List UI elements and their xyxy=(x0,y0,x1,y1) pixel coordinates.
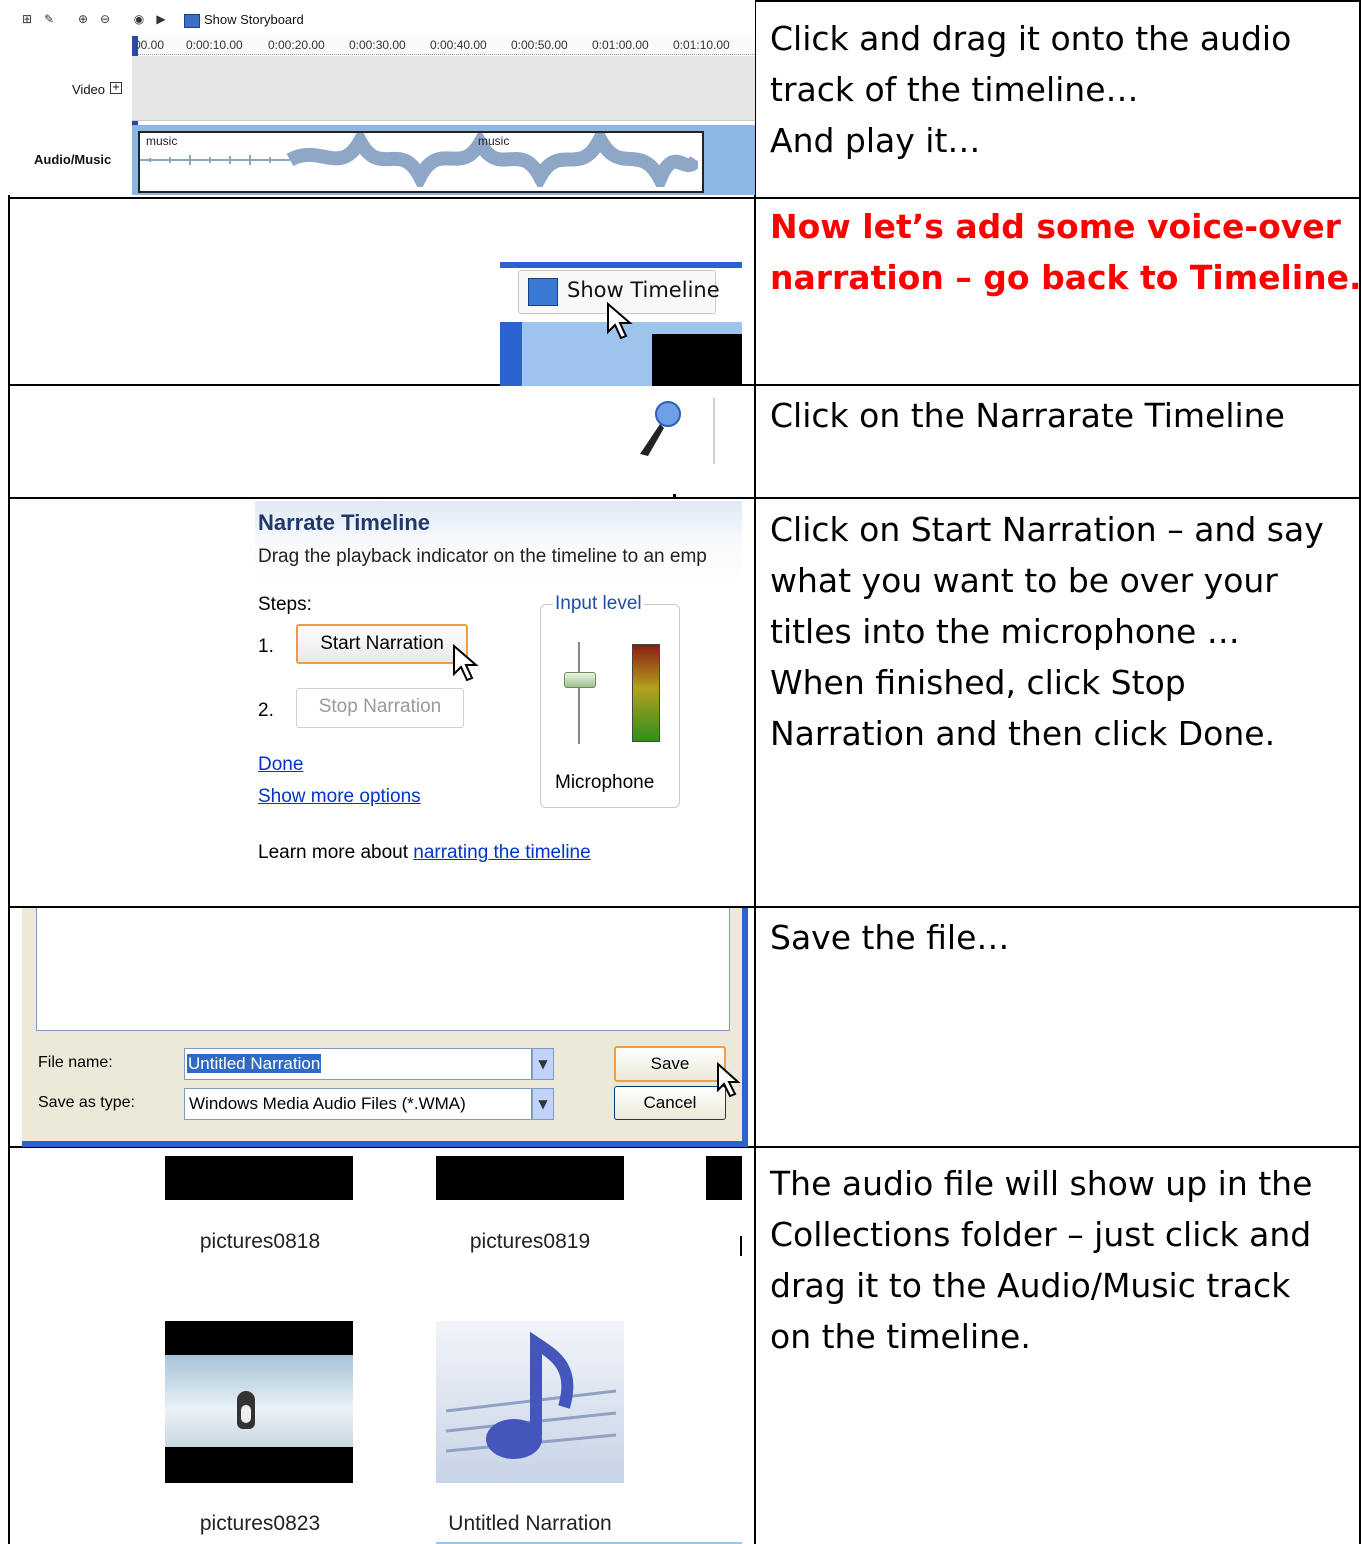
collection-item-label: pictures0823 xyxy=(199,1512,321,1535)
partial-label xyxy=(740,1236,742,1256)
instruction-line: Save the file… xyxy=(770,918,1010,957)
table-border-right xyxy=(1359,0,1361,1544)
savetype-label: Save as type: xyxy=(38,1094,135,1111)
narrate-icon[interactable]: ✎ xyxy=(42,12,56,26)
learn-more-text: Learn more about narrating the timeline xyxy=(258,842,591,864)
zoom-out-icon[interactable]: ⊖ xyxy=(98,12,112,26)
steps-label: Steps: xyxy=(258,594,312,615)
input-level-label: Input level xyxy=(553,593,644,615)
instruction-line: what you want to be over your xyxy=(770,561,1278,600)
ruler-tick: 0:00:50.00 xyxy=(511,38,568,52)
instruction-1: Click and drag it onto the audio track o… xyxy=(770,13,1355,166)
savetype-value: Windows Media Audio Files (*.WMA) xyxy=(189,1094,466,1113)
rewind-icon[interactable]: ◉ xyxy=(132,12,146,26)
thumbnail-pictures0818[interactable] xyxy=(165,1156,353,1200)
instruction-line: narration – go back to Timeline. xyxy=(770,258,1362,297)
instruction-line: titles into the microphone … xyxy=(770,612,1240,651)
table-border-left xyxy=(8,0,10,1544)
cursor-icon xyxy=(717,1062,741,1098)
video-track-label: Video xyxy=(72,82,106,97)
zoom-in-icon[interactable]: ⊕ xyxy=(76,12,90,26)
column-divider xyxy=(754,0,756,1544)
step-number: 2. xyxy=(258,700,274,721)
row-divider xyxy=(8,497,1361,499)
play-icon[interactable]: ▶ xyxy=(154,12,168,26)
step-number: 1. xyxy=(258,636,274,657)
timeline-icon xyxy=(528,278,558,306)
volume-slider-thumb[interactable] xyxy=(564,672,596,688)
ruler-tick: 0:00:20.00 xyxy=(268,38,325,52)
instruction-line: Now let’s add some voice-over xyxy=(770,207,1341,246)
instruction-line: Click on the Narrarate Timeline xyxy=(770,396,1285,435)
thumbnail-partial[interactable] xyxy=(706,1156,742,1200)
learn-more-prefix: Learn more about xyxy=(258,842,414,863)
level-meter xyxy=(632,644,660,742)
collection-item-label: Untitled Narration xyxy=(448,1512,612,1535)
filename-label: File name: xyxy=(38,1054,113,1071)
instruction-5: Save the file… xyxy=(770,912,1355,963)
cursor-icon xyxy=(453,644,479,682)
instruction-6: The audio file will show up in the Colle… xyxy=(770,1158,1355,1362)
instruction-line: drag it to the Audio/Music track xyxy=(770,1266,1291,1305)
microphone-icon[interactable] xyxy=(636,400,686,460)
ruler-tick: 0:00:10.00 xyxy=(186,38,243,52)
clip-label: music xyxy=(146,134,178,148)
done-link[interactable]: Done xyxy=(258,754,303,776)
collection-item-label: pictures0818 xyxy=(199,1230,321,1253)
filename-input[interactable]: Untitled Narration xyxy=(184,1048,532,1080)
clip-label: music xyxy=(478,134,510,148)
waveform xyxy=(140,133,698,187)
instruction-line: The audio file will show up in the xyxy=(770,1164,1313,1203)
chevron-down-icon[interactable]: ▼ xyxy=(532,1088,554,1120)
ruler-tick: 0:01:00.00 xyxy=(592,38,649,52)
music-note-icon xyxy=(445,1331,617,1459)
instruction-line: track of the timeline… xyxy=(770,70,1139,109)
collection-item-label: pictures0819 xyxy=(469,1230,591,1253)
chevron-down-icon[interactable]: ▼ xyxy=(532,1048,554,1080)
ruler-tick: 0:00:40.00 xyxy=(430,38,487,52)
show-storyboard-button[interactable]: Show Storyboard xyxy=(204,12,304,27)
ruler-tick: 0:01:10.00 xyxy=(673,38,730,52)
set-audio-levels-icon[interactable]: ⊞ xyxy=(20,12,34,26)
instruction-4: Click on Start Narration – and say what … xyxy=(770,504,1355,759)
video-track[interactable] xyxy=(132,56,755,121)
slider-track xyxy=(578,642,580,744)
savetype-select[interactable]: Windows Media Audio Files (*.WMA) xyxy=(184,1088,532,1120)
dot xyxy=(673,494,676,497)
instruction-2: Now let’s add some voice-over narration … xyxy=(770,201,1362,303)
instruction-line: Collections folder – just click and xyxy=(770,1215,1312,1254)
microphone-label: Microphone xyxy=(555,772,655,793)
expand-icon[interactable]: + xyxy=(110,82,122,94)
cursor-icon xyxy=(607,302,633,340)
thumbnail-untitled-narration[interactable] xyxy=(436,1321,624,1483)
instruction-line: Click and drag it onto the audio xyxy=(770,19,1292,58)
filename-value: Untitled Narration xyxy=(187,1054,322,1073)
start-narration-button[interactable]: Start Narration xyxy=(296,624,468,664)
instruction-line: And play it… xyxy=(770,121,981,160)
separator xyxy=(713,398,715,464)
stop-narration-button[interactable]: Stop Narration xyxy=(296,688,464,728)
row-divider xyxy=(8,197,1361,199)
ruler-tick: 00.00 xyxy=(134,38,165,52)
file-list[interactable] xyxy=(36,908,730,1031)
panel-title: Narrate Timeline xyxy=(258,510,431,535)
show-more-options-link[interactable]: Show more options xyxy=(258,786,421,808)
ruler-tick: 0:00:30.00 xyxy=(349,38,406,52)
show-timeline-label: Show Timeline xyxy=(567,278,720,302)
instruction-3: Click on the Narrarate Timeline xyxy=(770,390,1355,441)
instruction-line: Narration and then click Done. xyxy=(770,714,1276,753)
cancel-button[interactable]: Cancel xyxy=(614,1086,726,1120)
timeline-screenshot: ⊞ ✎ ⊕ ⊖ ◉ ▶ Show Storyboard 00.00 0:00:1… xyxy=(8,0,755,195)
narrating-timeline-link[interactable]: narrating the timeline xyxy=(413,842,590,863)
timeline-toolbar xyxy=(8,0,755,38)
instruction-line: on the timeline. xyxy=(770,1317,1031,1356)
panel-subtitle: Drag the playback indicator on the timel… xyxy=(258,546,707,567)
audio-track-label: Audio/Music xyxy=(34,152,112,167)
thumbnail-pictures0823[interactable] xyxy=(165,1321,353,1483)
instruction-line: When finished, click Stop xyxy=(770,663,1186,702)
instruction-line: Click on Start Narration – and say xyxy=(770,510,1324,549)
thumbnail-pictures0819[interactable] xyxy=(436,1156,624,1200)
save-button[interactable]: Save xyxy=(614,1046,726,1082)
storyboard-icon xyxy=(184,14,200,28)
